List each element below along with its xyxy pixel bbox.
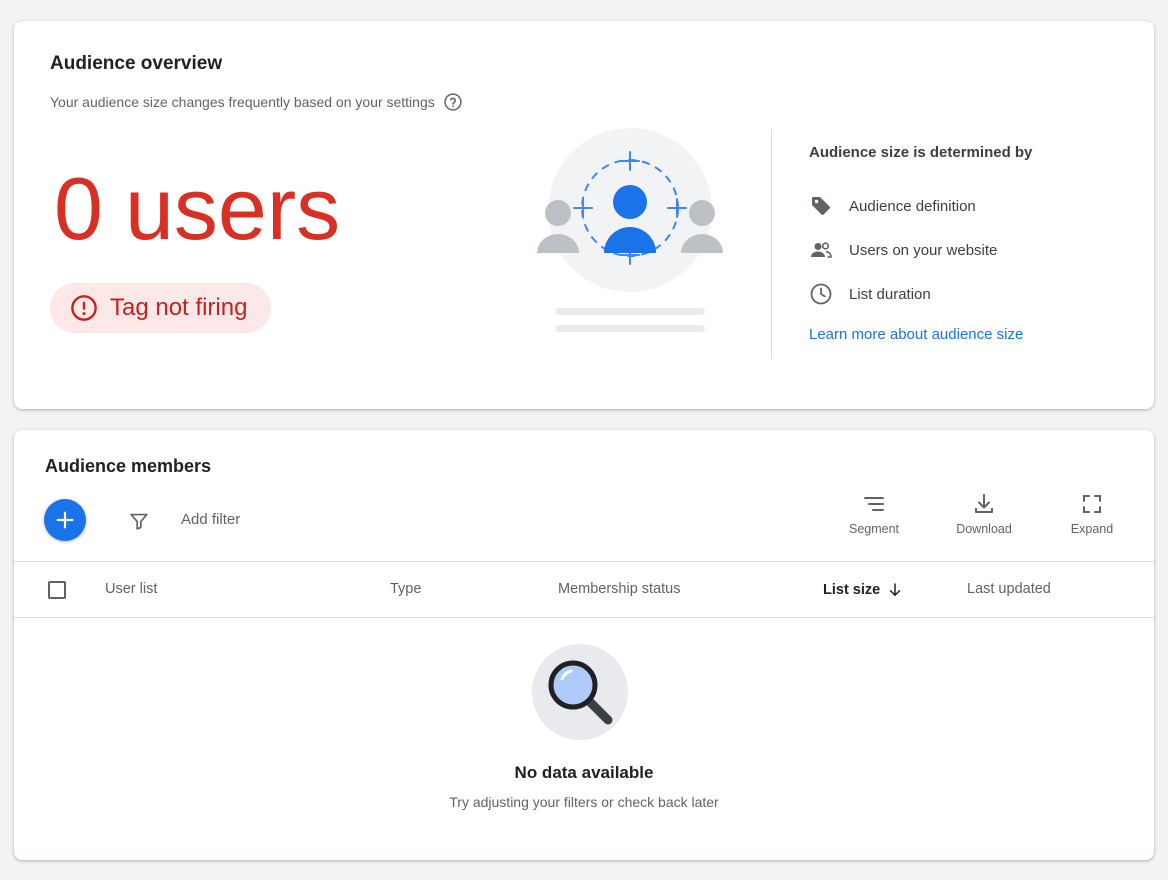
magnifier-illustration <box>532 644 628 740</box>
column-list-size[interactable]: List size <box>823 581 904 599</box>
download-button[interactable]: Download <box>952 492 1016 542</box>
learn-more-link[interactable]: Learn more about audience size <box>809 326 1023 343</box>
audience-overview-title: Audience overview <box>50 53 223 74</box>
audience-overview-subtitle: Your audience size changes frequently ba… <box>50 92 463 112</box>
segment-button[interactable]: Segment <box>846 492 902 542</box>
expand-button[interactable]: Expand <box>1067 492 1117 542</box>
download-label: Download <box>956 522 1012 536</box>
add-filter-button[interactable]: Add filter <box>181 511 240 528</box>
column-user-list[interactable]: User list <box>105 581 157 597</box>
download-icon <box>975 494 993 513</box>
error-icon <box>71 295 97 321</box>
determinant-label: Audience definition <box>849 197 976 215</box>
expand-icon <box>1083 495 1101 513</box>
user-count-number: 0 <box>54 159 103 258</box>
sort-descending-icon <box>889 583 901 596</box>
determinant-list-duration: List duration <box>809 272 997 316</box>
determinants-title: Audience size is determined by <box>809 144 1033 161</box>
plus-icon <box>56 511 74 529</box>
subtitle-text: Your audience size changes frequently ba… <box>50 94 435 110</box>
column-membership-status[interactable]: Membership status <box>558 581 681 597</box>
tag-status-label: Tag not firing <box>110 294 248 321</box>
segment-label: Segment <box>848 522 900 536</box>
audience-members-card: Audience members Add filter Segment Down… <box>14 430 1154 860</box>
segment-icon <box>864 497 884 511</box>
user-count-unit: users <box>124 159 341 258</box>
column-type[interactable]: Type <box>390 581 421 597</box>
determinants-list: Audience definition Users on your websit… <box>809 184 997 316</box>
audience-user-count: 0 users <box>54 159 340 259</box>
clock-icon <box>809 282 833 306</box>
determinant-users-on-website: Users on your website <box>809 228 997 272</box>
help-icon[interactable] <box>443 92 463 112</box>
audience-overview-card: Audience overview Your audience size cha… <box>14 21 1154 409</box>
overview-divider <box>771 129 772 359</box>
people-icon <box>809 238 833 262</box>
expand-label: Expand <box>1070 522 1114 536</box>
audience-members-title: Audience members <box>45 456 212 476</box>
empty-state-title: No data available <box>514 763 654 782</box>
empty-state-subtitle: Try adjusting your filters or check back… <box>449 794 719 810</box>
filter-icon[interactable] <box>128 510 150 532</box>
column-last-updated[interactable]: Last updated <box>967 581 1051 597</box>
select-all-checkbox[interactable] <box>48 581 66 599</box>
determinant-audience-definition: Audience definition <box>809 184 997 228</box>
determinant-label: List duration <box>849 285 931 303</box>
tag-status-chip[interactable]: Tag not firing <box>50 283 272 333</box>
tag-icon <box>809 194 833 218</box>
add-button[interactable] <box>44 499 86 541</box>
table-header: User list Type Membership status List si… <box>14 561 1154 618</box>
audience-illustration <box>537 128 723 332</box>
column-list-size-label: List size <box>823 582 881 598</box>
determinant-label: Users on your website <box>849 241 998 259</box>
